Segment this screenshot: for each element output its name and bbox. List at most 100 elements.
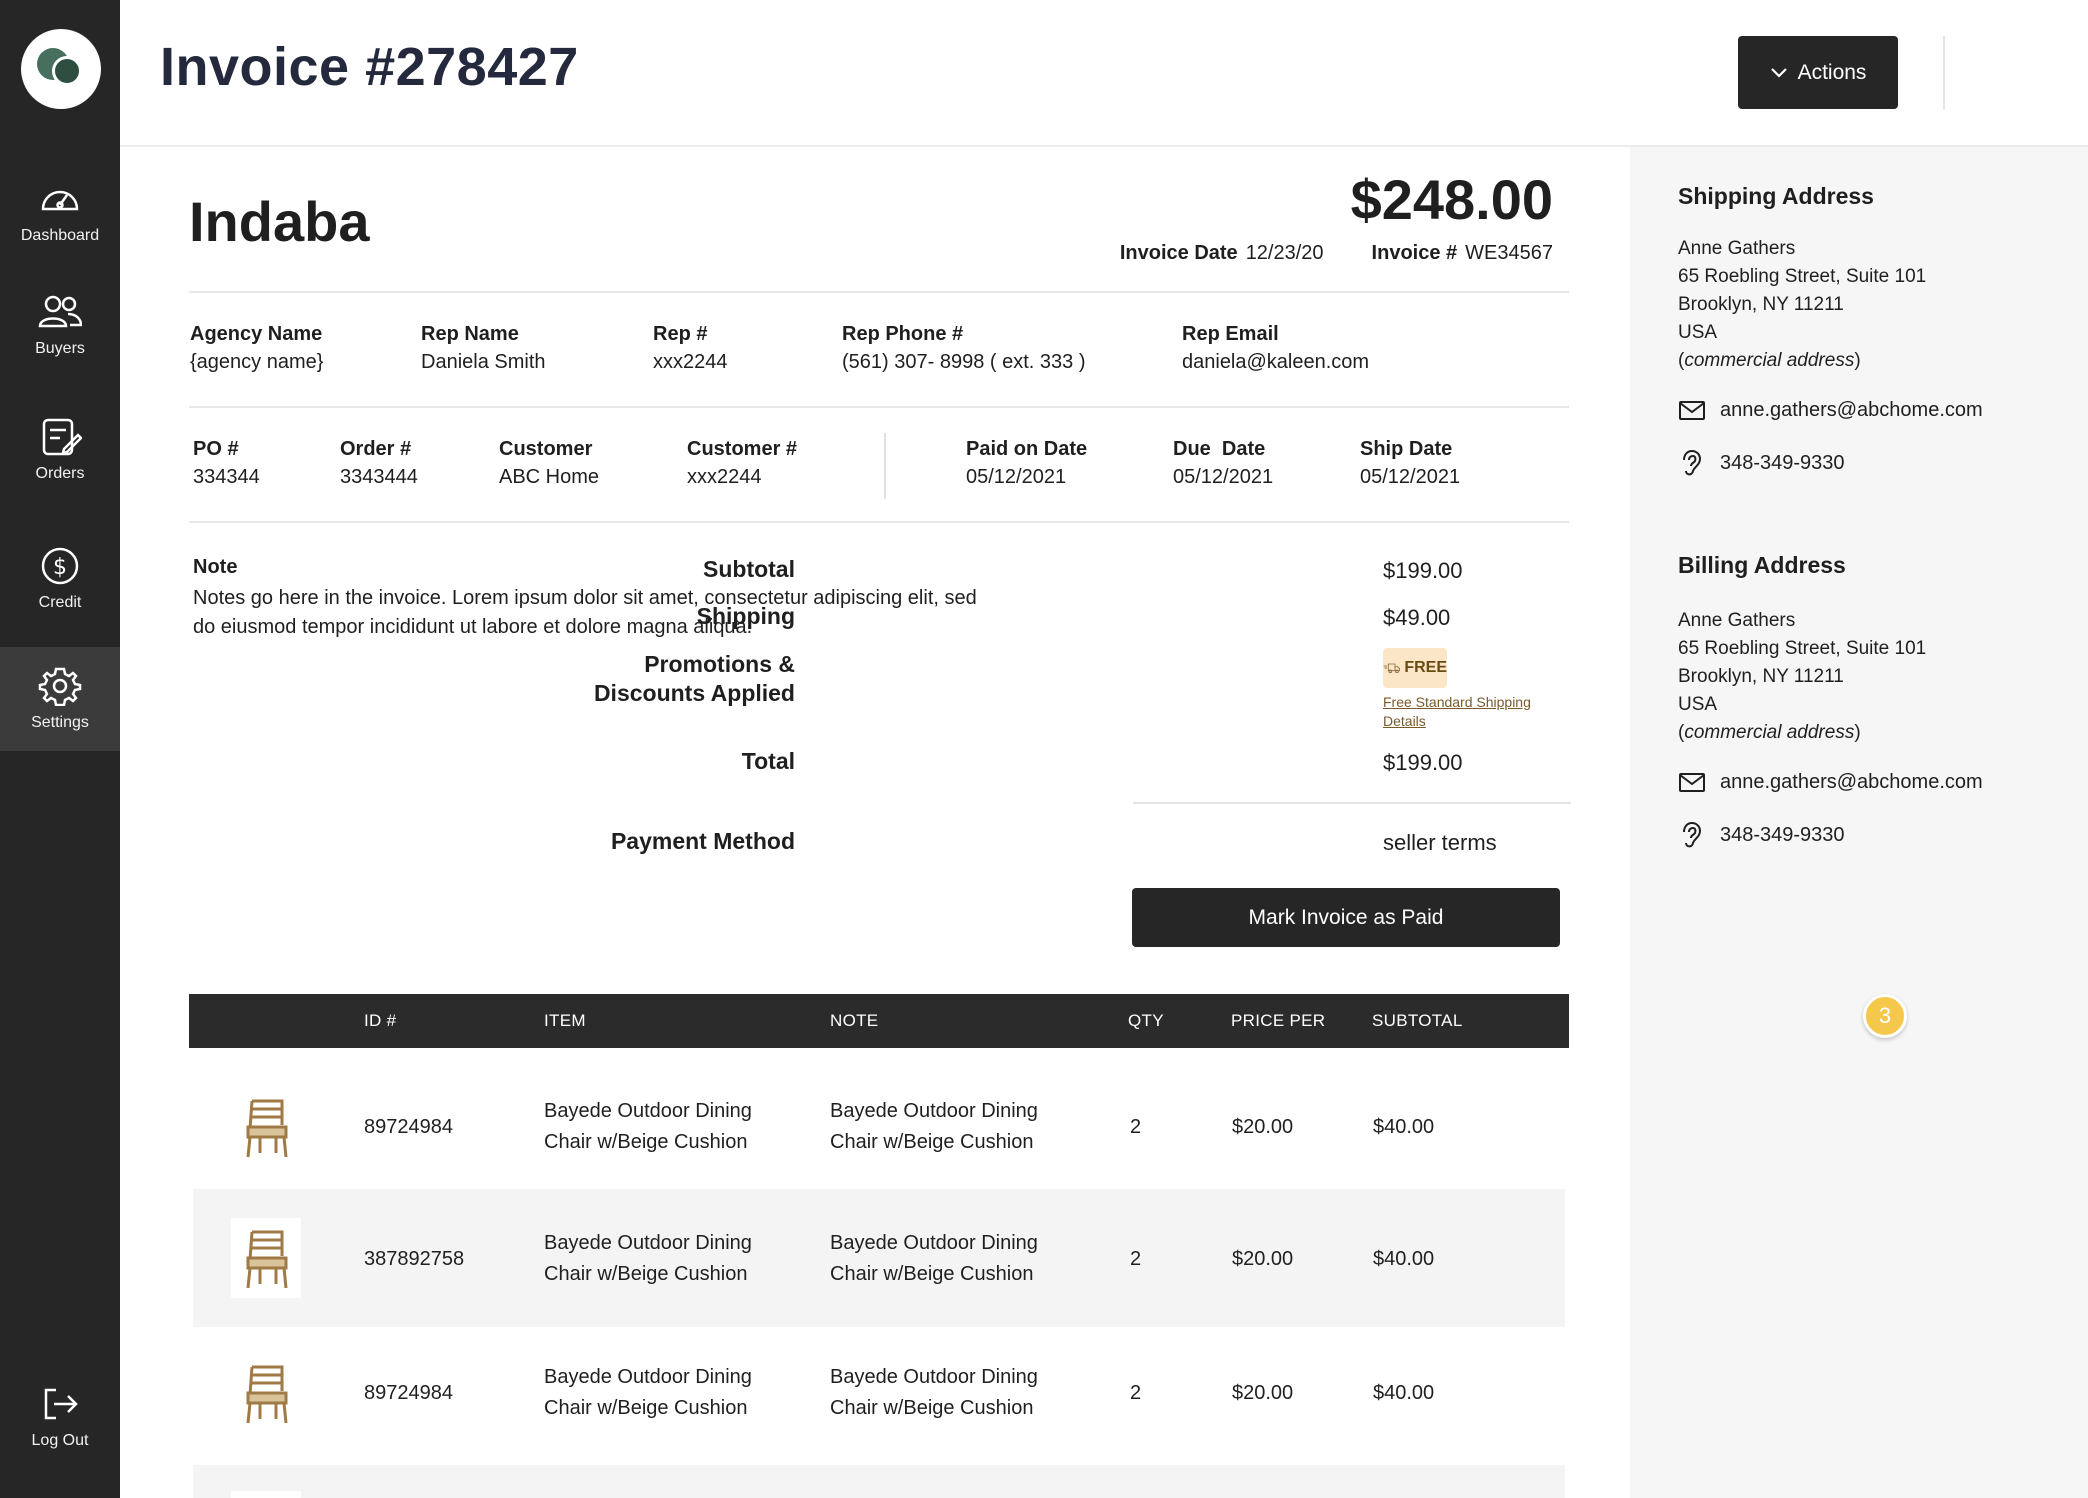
shipping-street: 65 Roebling Street, Suite 101 — [1678, 266, 1927, 287]
invoice-number-label: Invoice # — [1371, 242, 1458, 264]
row-item-line1: Bayede Outdoor Dining — [544, 1232, 752, 1254]
row-note: Bayede Outdoor Dining Chair w/Beige Cushi… — [830, 1096, 1038, 1158]
row-item[interactable]: Bayede Outdoor Dining Chair w/Beige Cushi… — [544, 1362, 752, 1424]
orders-icon — [42, 418, 82, 456]
billing-phone[interactable]: 348-349-9330 — [1678, 821, 1845, 849]
note-label: Note — [193, 556, 238, 578]
sidebar-item-label: Dashboard — [20, 227, 100, 244]
total-label: Total — [741, 748, 795, 774]
row-qty: 2 — [1130, 1248, 1142, 1270]
rep-phone-field: Rep Phone # (561) 307- 8998 ( ext. 333 ) — [842, 320, 1085, 376]
shipping-name: Anne Gathers — [1678, 238, 1796, 259]
customer-label: Customer — [499, 438, 593, 460]
row-price: $20.00 — [1232, 1248, 1294, 1270]
product-thumbnail[interactable] — [231, 1218, 301, 1298]
billing-name: Anne Gathers — [1678, 610, 1796, 631]
subtotal-label: Subtotal — [703, 556, 795, 582]
users-icon — [38, 295, 82, 328]
payment-method-label: Payment Method — [610, 828, 795, 854]
logout-icon — [44, 1388, 78, 1420]
billing-type: (commercial address) — [1678, 722, 1861, 743]
paid-date-label: Paid on Date — [966, 438, 1088, 460]
dashboard-icon — [41, 190, 79, 211]
sidebar-item-label: Settings — [31, 714, 89, 731]
free-shipping-details-link[interactable]: Free Standard Shipping Details — [1383, 693, 1563, 731]
divider — [189, 521, 1569, 523]
row-item[interactable]: Bayede Outdoor Dining Chair w/Beige Cushi… — [544, 1228, 752, 1290]
sidebar-item-credit[interactable]: $ Credit — [0, 527, 120, 631]
table-header: ID # ITEM NOTE QTY PRICE PER SUBTOTAL — [189, 994, 1569, 1048]
row-item[interactable]: Bayede Outdoor Dining Chair w/Beige Cushi… — [544, 1096, 752, 1158]
app-logo[interactable] — [21, 29, 101, 109]
shipping-address-title: Shipping Address — [1678, 183, 1874, 209]
row-id: 89724984 — [364, 1382, 453, 1404]
row-price: $20.00 — [1232, 1116, 1294, 1138]
column-header-subtotal[interactable]: SUBTOTAL — [1372, 1011, 1463, 1031]
billing-country: USA — [1678, 694, 1718, 715]
row-id: 89724984 — [364, 1116, 453, 1138]
order-number-label: Order # — [340, 438, 412, 460]
row-item-line2: Chair w/Beige Cushion — [544, 1131, 748, 1153]
delivery-truck-icon — [1383, 663, 1401, 674]
sidebar-item-orders[interactable]: Orders — [0, 398, 120, 502]
order-number-field: Order # 3343444 — [340, 435, 418, 491]
agency-name-value: {agency name} — [190, 351, 324, 373]
logout-label: Log Out — [31, 1432, 89, 1449]
row-subtotal: $40.00 — [1373, 1248, 1435, 1270]
mark-paid-button[interactable]: Mark Invoice as Paid — [1132, 888, 1560, 947]
sidebar-item-settings[interactable]: Settings — [0, 647, 120, 751]
row-item-line2: Chair w/Beige Cushion — [544, 1263, 748, 1285]
header-divider — [1943, 36, 1945, 110]
total-value: $199.00 — [1383, 750, 1463, 775]
billing-city: Brooklyn, NY 11211 — [1678, 666, 1844, 687]
sidebar-item-logout[interactable]: Log Out — [0, 1365, 120, 1469]
actions-button[interactable]: Actions — [1738, 36, 1898, 109]
shipping-phone-value: 348-349-9330 — [1720, 451, 1845, 474]
billing-type-value: commercial address — [1684, 722, 1855, 743]
product-thumbnail[interactable] — [231, 1491, 301, 1498]
column-header-id[interactable]: ID # — [364, 1011, 396, 1031]
divider — [189, 406, 1569, 408]
free-label: FREE — [1404, 659, 1447, 676]
table-row[interactable]: 387892758 Bayede Outdoor Dining Chair w/B… — [193, 1189, 1565, 1327]
ship-date-field: Ship Date 05/12/2021 — [1360, 435, 1460, 491]
row-note-line1: Bayede Outdoor Dining — [830, 1232, 1038, 1254]
ear-icon — [1683, 449, 1702, 476]
row-note-line2: Chair w/Beige Cushion — [830, 1131, 1034, 1153]
page-header: Invoice #278427 Actions — [120, 0, 2088, 147]
table-row[interactable]: 89724984 Bayede Outdoor Dining Chair w/Be… — [193, 1327, 1565, 1465]
customer-number-field: Customer # xxx2244 — [687, 435, 797, 491]
rep-email-value[interactable]: daniela@kaleen.com — [1182, 348, 1369, 376]
billing-email[interactable]: anne.gathers@abchome.com — [1678, 768, 1983, 796]
row-id: 387892758 — [364, 1248, 465, 1270]
product-thumbnail[interactable] — [231, 1087, 301, 1167]
invoice-date-value: 12/23/20 — [1245, 242, 1324, 264]
shipping-phone[interactable]: 348-349-9330 — [1678, 449, 1845, 477]
chair-icon — [246, 1099, 288, 1158]
chair-icon — [246, 1230, 288, 1289]
product-thumbnail[interactable] — [231, 1353, 301, 1433]
notification-badge[interactable]: 3 — [1863, 994, 1907, 1038]
column-header-item[interactable]: ITEM — [544, 1011, 586, 1031]
shipping-city: Brooklyn, NY 11211 — [1678, 294, 1844, 315]
column-header-note[interactable]: NOTE — [830, 1011, 878, 1031]
rep-number-field: Rep # xxx2244 — [653, 320, 728, 376]
shipping-email[interactable]: anne.gathers@abchome.com — [1678, 396, 1983, 424]
column-header-qty[interactable]: QTY — [1128, 1011, 1164, 1031]
row-qty: 2 — [1130, 1382, 1142, 1404]
brand-name: Indaba — [189, 190, 370, 253]
sidebar-item-label: Buyers — [35, 340, 85, 357]
due-date-field: Due Date 05/12/2021 — [1173, 435, 1273, 491]
invoice-main: Indaba $248.00 Invoice Date 12/23/20 Invo… — [120, 147, 1630, 1498]
sidebar-item-dashboard[interactable]: Dashboard — [0, 160, 120, 264]
table-row[interactable]: 89724984 Bayede Outdoor Dining Chair w/Be… — [193, 1058, 1565, 1196]
table-row[interactable] — [193, 1465, 1565, 1498]
column-header-price[interactable]: PRICE PER — [1231, 1011, 1325, 1031]
ear-icon — [1683, 821, 1702, 848]
rep-phone-label: Rep Phone # — [842, 323, 964, 345]
sidebar-item-buyers[interactable]: Buyers — [0, 273, 120, 377]
subtotal-value: $199.00 — [1383, 558, 1463, 583]
agency-name-field: Agency Name {agency name} — [190, 320, 323, 376]
rep-email-label: Rep Email — [1182, 323, 1279, 345]
invoice-meta: Invoice Date 12/23/20 Invoice # WE34567 — [1120, 242, 1553, 265]
